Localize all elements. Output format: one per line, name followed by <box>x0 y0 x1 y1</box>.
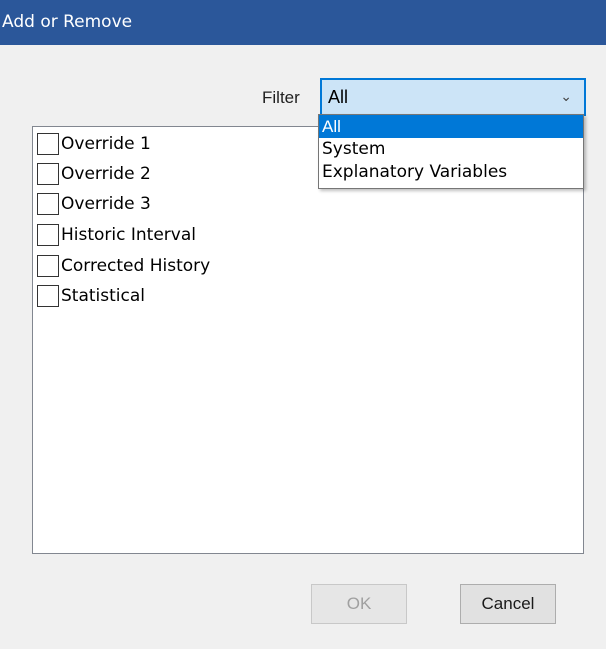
filter-selected-value: All <box>328 87 349 107</box>
list-item-statistical[interactable]: Statistical <box>37 283 145 309</box>
filter-select[interactable]: All ⌄ <box>320 78 586 116</box>
checkbox[interactable] <box>37 163 59 185</box>
list-item-label: Historic Interval <box>61 225 196 245</box>
checkbox[interactable] <box>37 193 59 215</box>
checkbox[interactable] <box>37 255 59 277</box>
list-item-historic-interval[interactable]: Historic Interval <box>37 222 196 248</box>
list-item-override-1[interactable]: Override 1 <box>37 131 151 157</box>
list-item-corrected-history[interactable]: Corrected History <box>37 253 210 279</box>
filter-label: Filter <box>262 88 300 107</box>
list-item-override-3[interactable]: Override 3 <box>37 191 151 217</box>
cancel-button[interactable]: Cancel <box>460 584 556 624</box>
list-item-override-2[interactable]: Override 2 <box>37 161 151 187</box>
list-item-label: Statistical <box>61 286 145 306</box>
filter-dropdown-list[interactable]: All System Explanatory Variables <box>318 114 584 189</box>
items-listbox[interactable]: Override 1 Override 2 Override 3 Histori… <box>32 126 584 554</box>
filter-option-explanatory-variables[interactable]: Explanatory Variables <box>319 161 583 184</box>
list-item-label: Corrected History <box>61 256 211 276</box>
list-item-label: Override 2 <box>61 164 151 184</box>
chevron-down-icon[interactable]: ⌄ <box>560 80 572 114</box>
ok-button[interactable]: OK <box>311 584 407 624</box>
checkbox[interactable] <box>37 224 59 246</box>
filter-option-system[interactable]: System <box>319 138 583 161</box>
dialog-title: Add or Remove <box>0 0 606 45</box>
filter-option-all[interactable]: All <box>319 115 583 138</box>
checkbox[interactable] <box>37 285 59 307</box>
list-item-label: Override 1 <box>61 134 151 154</box>
list-item-label: Override 3 <box>61 194 151 214</box>
add-or-remove-dialog: Add or Remove Filter All ⌄ Override 1 Ov… <box>0 0 606 649</box>
checkbox[interactable] <box>37 133 59 155</box>
